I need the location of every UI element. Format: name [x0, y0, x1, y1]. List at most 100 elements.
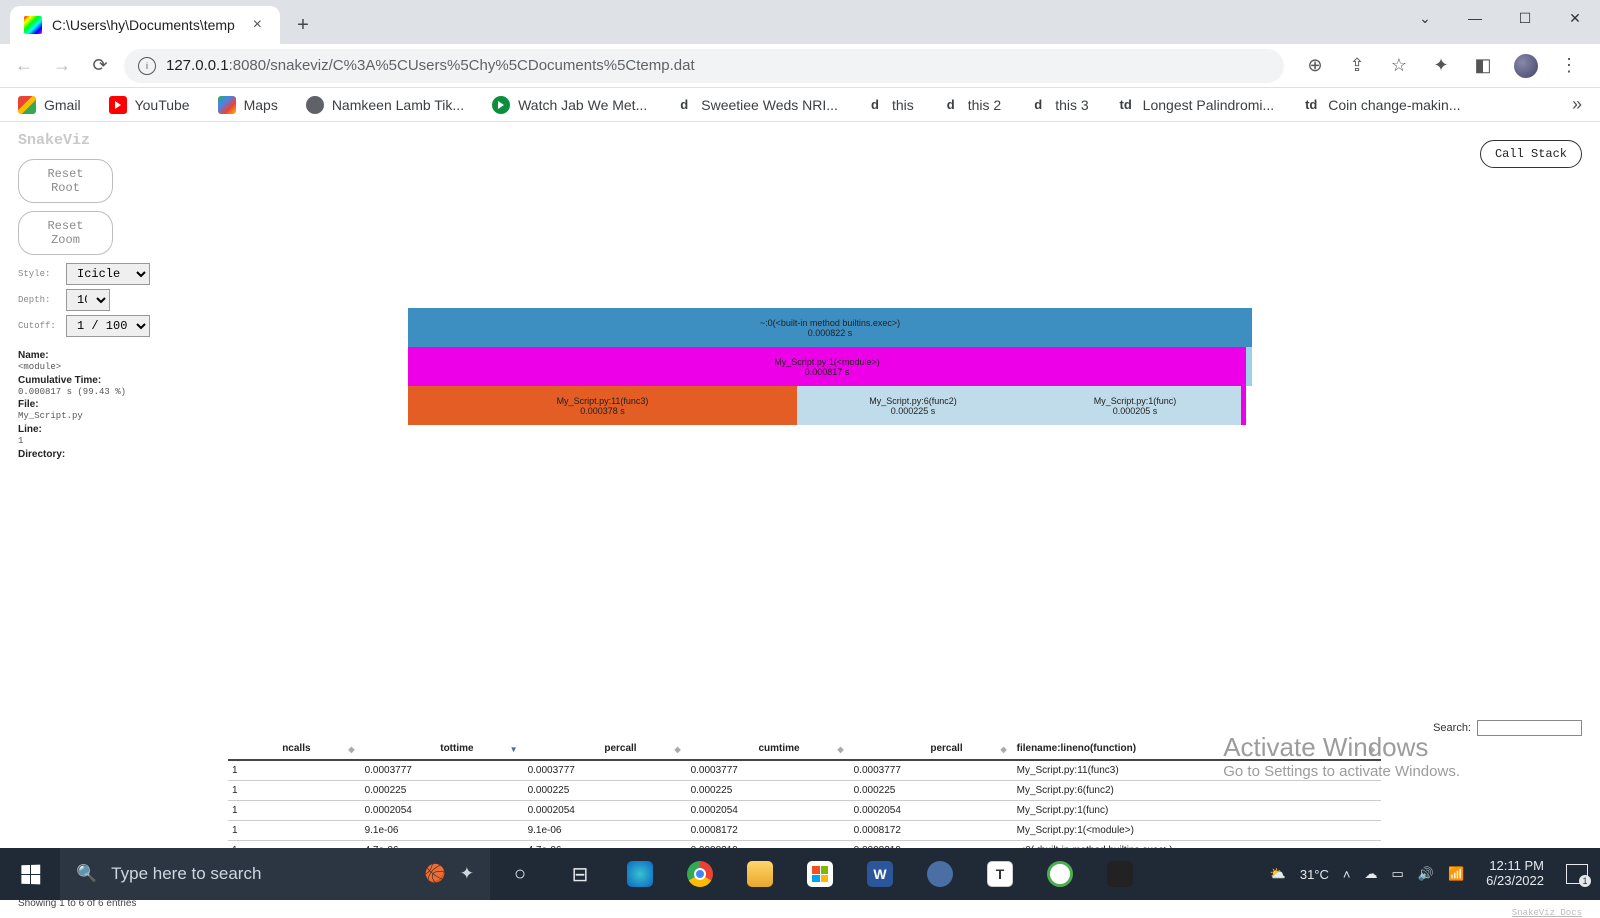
sort-icon: ◆ — [837, 745, 843, 754]
taskbar-apps: ○ ⊟ W T — [490, 848, 1150, 900]
bookmark-label: Namkeen Lamb Tik... — [332, 97, 464, 113]
app-brand: SnakeViz — [18, 132, 1582, 149]
edge-icon[interactable] — [610, 848, 670, 900]
clock[interactable]: 12:11 PM6/23/2022 — [1478, 859, 1552, 889]
bookmark-item[interactable]: Namkeen Lamb Tik... — [306, 96, 464, 114]
bookmark-item[interactable]: tdLongest Palindromi... — [1117, 96, 1275, 114]
column-header[interactable]: percall◆ — [524, 738, 687, 760]
bookmark-icon: td — [1117, 96, 1135, 114]
chrome-icon[interactable] — [670, 848, 730, 900]
star-icon[interactable]: ☆ — [1388, 55, 1410, 77]
green-circle-icon[interactable] — [1030, 848, 1090, 900]
reset-zoom-button[interactable]: Reset Zoom — [18, 211, 113, 255]
icicle-cell[interactable] — [1241, 386, 1246, 425]
style-select[interactable]: Icicle — [66, 263, 150, 285]
battery-icon[interactable]: ▭ — [1391, 866, 1403, 882]
app-circle-icon[interactable] — [910, 848, 970, 900]
wifi-icon[interactable]: 📶 — [1448, 866, 1464, 882]
bookmarks-overflow-icon[interactable]: » — [1572, 94, 1582, 115]
sidepanel-icon[interactable]: ◧ — [1472, 55, 1494, 77]
cortana-icon[interactable]: ○ — [490, 848, 550, 900]
close-window-icon[interactable]: ✕ — [1550, 0, 1600, 36]
bookmark-item[interactable]: tdCoin change-makin... — [1302, 96, 1460, 114]
tray-chevron-icon[interactable]: ˄ — [1343, 867, 1351, 882]
reset-root-button[interactable]: Reset Root — [18, 159, 113, 203]
bookmark-item[interactable]: YouTube — [109, 96, 190, 114]
icicle-cell[interactable]: My_Script.py:11(func3)0.000378 s — [408, 386, 797, 425]
bookmark-label: YouTube — [135, 97, 190, 113]
notifications-icon[interactable] — [1566, 864, 1588, 884]
bookmark-label: Sweetiee Weds NRI... — [701, 97, 838, 113]
new-tab-button[interactable]: + — [288, 10, 318, 40]
tab-search-icon[interactable]: ⌄ — [1400, 0, 1450, 36]
docs-link[interactable]: SnakeViz Docs — [1512, 908, 1582, 918]
bookmark-item[interactable]: Maps — [218, 96, 278, 114]
sort-icon: ▼ — [510, 745, 518, 754]
url-field[interactable]: i 127.0.0.1:8080/snakeviz/C%3A%5CUsers%5… — [124, 49, 1284, 83]
share-icon[interactable]: ⇪ — [1346, 55, 1368, 77]
text-app-icon[interactable]: T — [970, 848, 1030, 900]
icicle-cell[interactable]: My_Script.py:6(func2)0.000225 s — [797, 386, 1029, 425]
call-stack-button[interactable]: Call Stack — [1480, 140, 1582, 168]
search-placeholder: Type here to search — [111, 864, 261, 884]
word-icon[interactable]: W — [850, 848, 910, 900]
profile-avatar[interactable] — [1514, 54, 1538, 78]
explorer-icon[interactable] — [730, 848, 790, 900]
bookmark-icon — [109, 96, 127, 114]
bookmark-item[interactable]: dthis — [866, 96, 914, 114]
maximize-icon[interactable]: ☐ — [1500, 0, 1550, 36]
column-header[interactable]: percall◆ — [850, 738, 1013, 760]
url-text: 127.0.0.1:8080/snakeviz/C%3A%5CUsers%5Ch… — [166, 57, 695, 74]
depth-select[interactable]: 10 — [66, 289, 110, 311]
store-icon[interactable] — [790, 848, 850, 900]
search-icon: 🔍 — [76, 864, 97, 884]
menu-icon[interactable]: ⋮ — [1558, 55, 1580, 77]
icicle-cell[interactable] — [1246, 347, 1252, 386]
toolbar-right: ⊕ ⇪ ☆ ✦ ◧ ⋮ — [1294, 54, 1590, 78]
bookmark-icon — [306, 96, 324, 114]
bookmark-item[interactable]: dthis 2 — [942, 96, 1001, 114]
tab-close-icon[interactable]: × — [249, 16, 266, 34]
table-row[interactable]: 10.0002250.0002250.0002250.000225My_Scri… — [228, 781, 1381, 801]
temperature[interactable]: 31°C — [1300, 867, 1329, 882]
column-header[interactable]: ncalls◆ — [228, 738, 361, 760]
browser-tab[interactable]: C:\Users\hy\Documents\temp × — [10, 6, 280, 44]
bookmark-icon: d — [1029, 96, 1047, 114]
terminal-icon[interactable] — [1090, 848, 1150, 900]
column-header[interactable]: cumtime◆ — [687, 738, 850, 760]
icicle-cell[interactable]: My_Script.py:1(<module>)0.000817 s — [408, 347, 1246, 386]
sort-icon: ◆ — [674, 745, 680, 754]
table-row[interactable]: 19.1e-069.1e-060.00081720.0008172My_Scri… — [228, 821, 1381, 841]
bookmark-item[interactable]: Watch Jab We Met... — [492, 96, 647, 114]
minimize-icon[interactable]: — — [1450, 0, 1500, 36]
table-row[interactable]: 10.00037770.00037770.00037770.0003777My_… — [228, 760, 1381, 781]
windows-logo-icon — [21, 864, 40, 884]
site-info-icon[interactable]: i — [138, 57, 156, 75]
column-header[interactable]: tottime▼ — [361, 738, 524, 760]
onedrive-icon[interactable]: ☁ — [1364, 866, 1377, 882]
icicle-cell[interactable]: ~:0(<built-in method builtins.exec>)0.00… — [408, 308, 1252, 347]
back-button[interactable]: ← — [10, 52, 38, 80]
bookmark-item[interactable]: Gmail — [18, 96, 81, 114]
system-tray: ⛅ 31°C ˄ ☁ ▭ 🔊 📶 12:11 PM6/23/2022 — [1258, 859, 1600, 889]
bookmark-label: Maps — [244, 97, 278, 113]
zoom-icon[interactable]: ⊕ — [1304, 55, 1326, 77]
icicle-chart[interactable]: ~:0(<built-in method builtins.exec>)0.00… — [408, 308, 1252, 425]
bookmark-item[interactable]: dSweetiee Weds NRI... — [675, 96, 838, 114]
weather-icon[interactable]: ⛅ — [1270, 866, 1286, 882]
search-input[interactable] — [1477, 720, 1582, 736]
start-button[interactable] — [0, 848, 60, 900]
bookmark-item[interactable]: dthis 3 — [1029, 96, 1088, 114]
table-row[interactable]: 10.00020540.00020540.00020540.0002054My_… — [228, 801, 1381, 821]
bookmark-icon: d — [866, 96, 884, 114]
forward-button[interactable]: → — [48, 52, 76, 80]
icicle-cell[interactable]: My_Script.py:1(func)0.000205 s — [1029, 386, 1241, 425]
reload-button[interactable]: ⟳ — [86, 52, 114, 80]
taskbar-search[interactable]: 🔍 Type here to search 🏀 ✦ — [60, 848, 490, 900]
task-view-icon[interactable]: ⊟ — [550, 848, 610, 900]
bookmark-icon — [218, 96, 236, 114]
cutoff-select[interactable]: 1 / 1000 — [66, 315, 150, 337]
extensions-icon[interactable]: ✦ — [1430, 55, 1452, 77]
bookmark-label: Coin change-makin... — [1328, 97, 1460, 113]
volume-icon[interactable]: 🔊 — [1418, 866, 1434, 882]
